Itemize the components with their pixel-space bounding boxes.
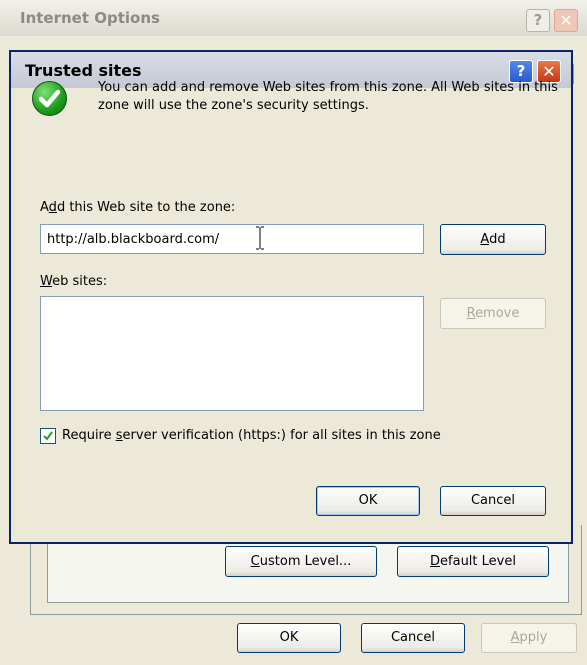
apply-button[interactable]: Apply bbox=[481, 623, 577, 653]
default-level-label: efault Level bbox=[440, 554, 516, 569]
https-label-accel: s bbox=[115, 428, 123, 443]
cancel-button[interactable]: Cancel bbox=[440, 486, 546, 516]
internet-options-cancel-button[interactable]: Cancel bbox=[361, 623, 465, 653]
custom-level-accel: C bbox=[250, 554, 260, 569]
https-label-prefix: Require bbox=[62, 428, 116, 443]
add-site-label: Add this Web site to the zone: bbox=[40, 200, 235, 215]
internet-options-titlebar: Internet Options ? ✕ bbox=[0, 0, 587, 36]
help-button[interactable]: ? bbox=[526, 9, 550, 32]
add-label-rest: d this Web site to the zone: bbox=[56, 200, 236, 215]
https-label-rest: erver verification (https:) for all site… bbox=[122, 428, 441, 443]
text-cursor-icon bbox=[254, 226, 266, 250]
add-button-accel: A bbox=[480, 232, 490, 247]
default-level-button[interactable]: Default Level bbox=[397, 546, 549, 577]
apply-accel: A bbox=[510, 630, 520, 645]
custom-level-button[interactable]: Custom Level... bbox=[225, 546, 377, 577]
add-button[interactable]: Add bbox=[440, 224, 546, 255]
internet-options-ok-button[interactable]: OK bbox=[237, 623, 341, 653]
add-label-prefix: A bbox=[40, 200, 49, 215]
websites-list[interactable] bbox=[40, 296, 424, 411]
checkmark-glyph-icon bbox=[43, 431, 53, 441]
add-label-accel: d bbox=[48, 200, 57, 215]
zone-info-text: You can add and remove Web sites from th… bbox=[98, 80, 558, 113]
close-button[interactable]: ✕ bbox=[554, 9, 578, 32]
checkmark-icon bbox=[32, 81, 67, 116]
websites-label-accel: W bbox=[40, 274, 53, 289]
trusted-sites-title: Trusted sites bbox=[25, 61, 142, 80]
websites-label: Web sites: bbox=[40, 274, 107, 289]
remove-button-accel: R bbox=[466, 306, 476, 321]
require-https-label[interactable]: Require server verification (https:) for… bbox=[62, 428, 441, 443]
internet-options-title: Internet Options bbox=[20, 9, 160, 27]
websites-label-rest: eb sites: bbox=[52, 274, 108, 289]
default-level-accel: D bbox=[430, 554, 441, 569]
apply-label: pply bbox=[519, 630, 548, 645]
custom-level-label: ustom Level... bbox=[259, 554, 352, 569]
ok-button[interactable]: OK bbox=[316, 486, 420, 516]
site-url-input[interactable] bbox=[40, 224, 424, 254]
remove-button[interactable]: Remove bbox=[440, 298, 546, 329]
add-button-label: dd bbox=[489, 232, 506, 247]
require-https-checkbox[interactable] bbox=[40, 428, 56, 444]
remove-button-label: emove bbox=[475, 306, 520, 321]
